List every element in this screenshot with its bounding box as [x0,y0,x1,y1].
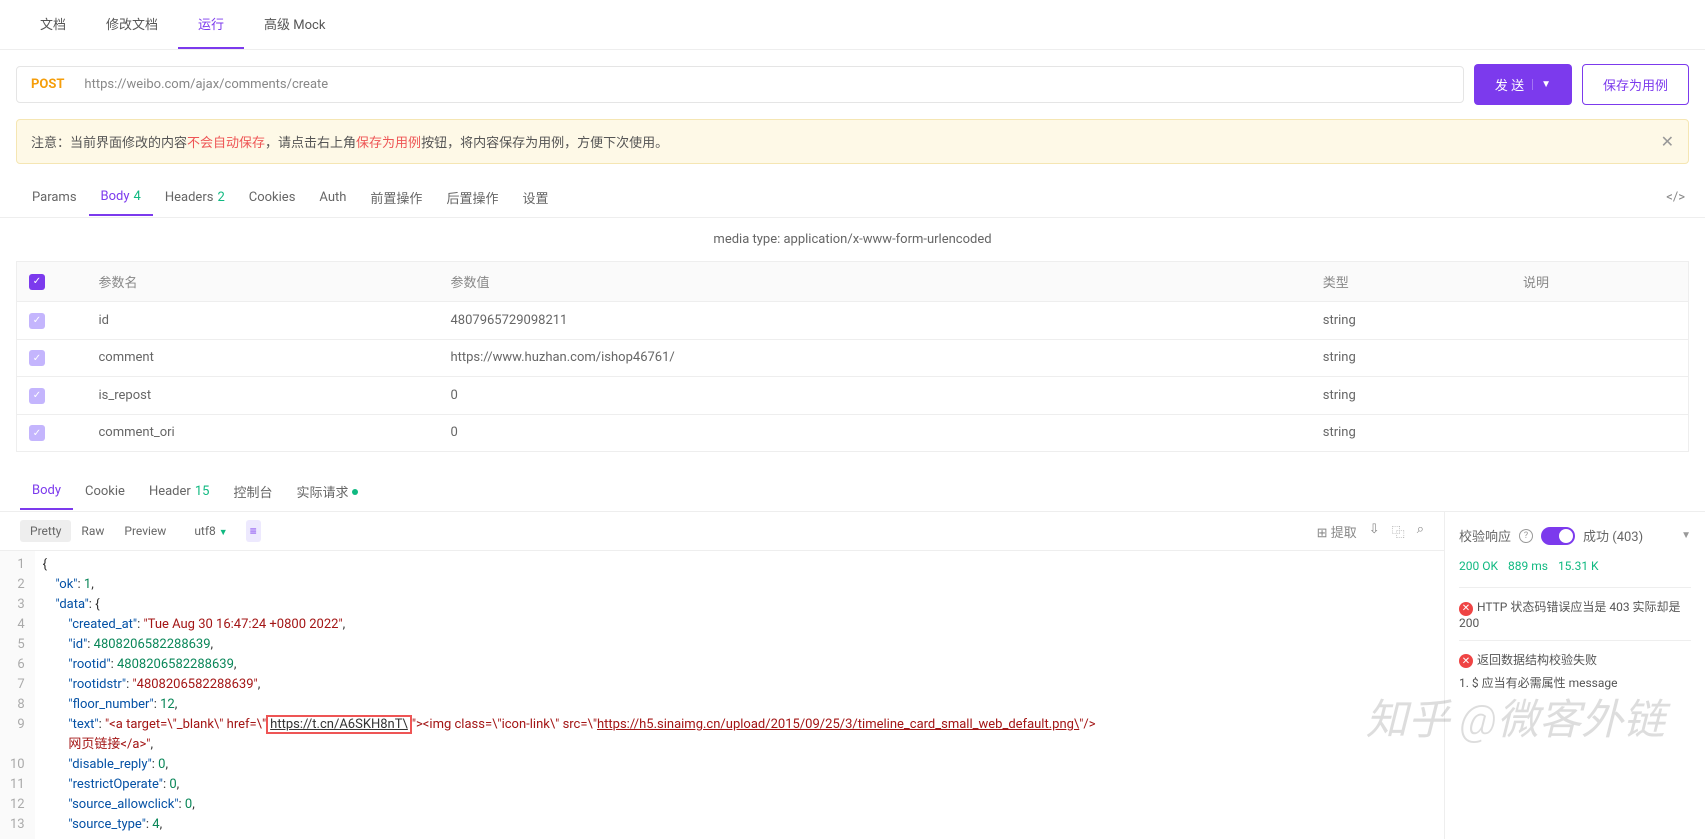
param-value[interactable]: 4807965729098211 [438,302,1310,340]
param-type[interactable]: string [1311,302,1511,340]
param-name[interactable]: id [87,302,439,340]
top-tab-2[interactable]: 运行 [178,0,244,49]
request-tab-cookies[interactable]: Cookies [237,180,308,215]
request-tab-auth[interactable]: Auth [307,180,358,215]
param-type[interactable]: string [1311,339,1511,377]
param-name[interactable]: comment [87,339,439,377]
top-tab-3[interactable]: 高级 Mock [244,0,345,49]
top-tab-0[interactable]: 文档 [20,0,86,49]
response-tab-3[interactable]: 控制台 [221,472,284,511]
request-tab-params[interactable]: Params [20,180,89,215]
param-type[interactable]: string [1311,377,1511,415]
view-raw[interactable]: Raw [71,520,114,542]
param-name[interactable]: comment_ori [87,414,439,452]
notice-banner: 注意：当前界面修改的内容 不会自动保存 ，请点击右上角 保存为用例 按钮，将内容… [16,119,1689,164]
response-meta: 校验响应 ? 成功 (403) ▼ 200 OK 889 ms 15.31 K … [1445,512,1705,839]
request-tab-headers[interactable]: Headers 2 [153,180,237,215]
url-bar: POST https://weibo.com/ajax/comments/cre… [0,50,1705,119]
info-icon[interactable]: ? [1519,529,1533,543]
status-code: 200 OK [1459,559,1498,573]
chevron-down-icon[interactable]: ▼ [1532,79,1551,90]
param-value[interactable]: 0 [438,377,1310,415]
media-type-label: media type: application/x-www-form-urlen… [0,218,1705,261]
response-tab-1[interactable]: Cookie [73,474,137,509]
response-body[interactable]: 123456789 10111213 { "ok": 1, "data": { … [0,551,1444,839]
param-checkbox[interactable]: ✓ [29,425,45,441]
request-tab-设置[interactable]: 设置 [510,178,560,217]
request-tab-后置操作[interactable]: 后置操作 [434,178,510,217]
response-tabs: BodyCookieHeader 15控制台实际请求 [0,472,1705,512]
param-name[interactable]: is_repost [87,377,439,415]
search-icon[interactable]: ⌕ [1417,522,1424,541]
select-all-checkbox[interactable]: ✓ [29,274,45,290]
close-icon[interactable]: ✕ [1661,132,1674,151]
request-tabs: ParamsBody 4Headers 2CookiesAuth前置操作后置操作… [0,178,1705,218]
response-size: 15.31 K [1558,559,1599,573]
param-type[interactable]: string [1311,414,1511,452]
param-checkbox[interactable]: ✓ [29,313,45,329]
response-time: 889 ms [1508,559,1548,573]
response-tab-4[interactable]: 实际请求 [284,472,370,511]
param-checkbox[interactable]: ✓ [29,350,45,366]
view-preview[interactable]: Preview [114,520,176,542]
error-icon: ✕ [1459,602,1473,616]
format-icon[interactable]: ≡ [246,520,261,542]
chevron-down-icon[interactable]: ▼ [1681,530,1691,541]
url-input[interactable]: POST https://weibo.com/ajax/comments/cre… [16,66,1464,103]
request-tab-前置操作[interactable]: 前置操作 [358,178,434,217]
extract-button[interactable]: ⊞ 提取 [1317,522,1357,541]
error-item: ✕HTTP 状态码错误应当是 403 实际却是 200 [1459,587,1691,640]
error-icon: ✕ [1459,654,1473,668]
params-table: ✓参数名参数值类型说明 ✓id4807965729098211string✓co… [16,261,1689,452]
download-icon[interactable]: ⇩ [1369,522,1380,541]
response-toolbar: PrettyRawPreview utf8 ▼ ≡ ⊞ 提取 ⇩ ⿻ ⌕ [0,512,1444,551]
save-as-case-button[interactable]: 保存为用例 [1582,64,1689,105]
url-text: https://weibo.com/ajax/comments/create [84,77,328,92]
top-tabs: 文档修改文档运行高级 Mock [0,0,1705,50]
copy-icon[interactable]: ⿻ [1392,522,1405,541]
table-row: ✓ id4807965729098211string [17,302,1689,340]
send-button[interactable]: 发 送 ▼ [1474,64,1572,105]
param-value[interactable]: 0 [438,414,1310,452]
param-checkbox[interactable]: ✓ [29,388,45,404]
view-pretty[interactable]: Pretty [20,520,71,542]
table-row: ✓ comment_ori0string [17,414,1689,452]
code-icon[interactable]: </> [1666,190,1685,205]
top-tab-1[interactable]: 修改文档 [86,0,178,49]
error-item: ✕返回数据结构校验失败1. $ 应当有必需属性 message [1459,640,1691,702]
encoding-select[interactable]: utf8 ▼ [184,520,237,542]
table-row: ✓ is_repost0string [17,377,1689,415]
param-value[interactable]: https://www.huzhan.com/ishop46761/ [438,339,1310,377]
response-tab-2[interactable]: Header 15 [137,474,222,509]
verify-toggle[interactable] [1541,527,1575,545]
response-tab-0[interactable]: Body [20,473,73,510]
http-method: POST [31,77,64,92]
request-tab-body[interactable]: Body 4 [89,179,153,216]
table-row: ✓ commenthttps://www.huzhan.com/ishop4676… [17,339,1689,377]
